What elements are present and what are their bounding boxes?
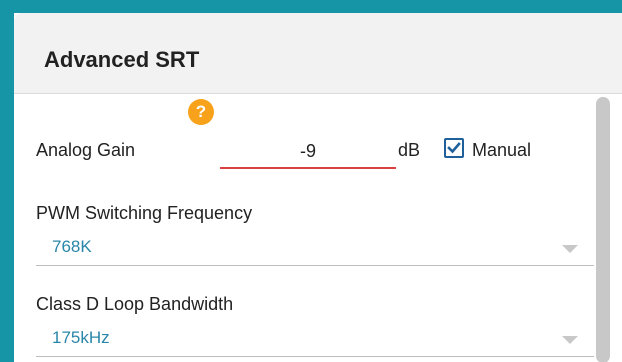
class-d-bandwidth-select[interactable]: 175kHz — [36, 324, 594, 357]
analog-gain-input[interactable] — [220, 135, 396, 169]
manual-checkbox[interactable] — [444, 138, 464, 158]
help-icon[interactable]: ? — [188, 99, 214, 125]
pwm-frequency-label: PWM Switching Frequency — [36, 203, 253, 223]
pwm-frequency-value: 768K — [52, 237, 92, 256]
manual-label: Manual — [472, 140, 532, 160]
scrollbar[interactable] — [596, 97, 610, 362]
accent-bar-left — [0, 0, 14, 362]
class-d-bandwidth-label: Class D Loop Bandwidth — [36, 294, 234, 314]
accent-bar-top — [0, 0, 622, 13]
class-d-bandwidth-value: 175kHz — [52, 328, 110, 347]
gain-unit-label: dB — [398, 140, 421, 160]
panel-header: Advanced SRT — [14, 13, 622, 94]
chevron-down-icon — [562, 245, 578, 253]
pwm-frequency-select[interactable]: 768K — [36, 233, 594, 266]
advanced-srt-panel: Advanced SRT Analog Gain ? dB Manual PWM… — [14, 13, 622, 362]
checkmark-icon — [447, 142, 461, 154]
analog-gain-label: Analog Gain — [36, 140, 136, 160]
panel-title: Advanced SRT — [44, 47, 200, 72]
chevron-down-icon — [562, 336, 578, 344]
